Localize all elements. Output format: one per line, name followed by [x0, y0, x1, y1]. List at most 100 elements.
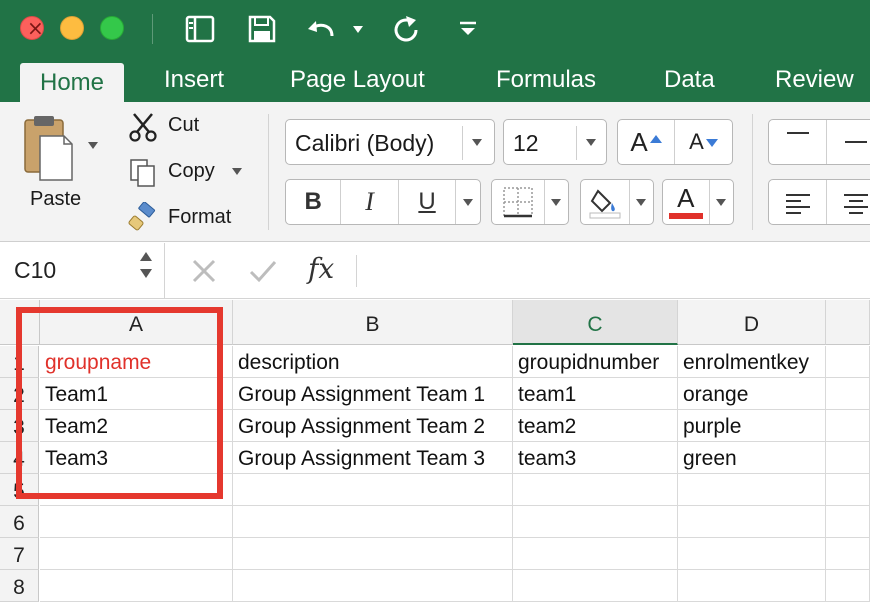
cell-c2[interactable]: team1: [513, 378, 678, 410]
copy-button[interactable]: Copy: [168, 160, 215, 183]
cell-c8[interactable]: [513, 570, 678, 602]
font-size-value: 12: [513, 130, 539, 156]
insert-function-button[interactable]: fx: [308, 252, 334, 285]
column-header-b[interactable]: B: [233, 300, 513, 345]
cell-d6[interactable]: [678, 506, 826, 538]
borders-icon[interactable]: [492, 180, 545, 224]
save-icon[interactable]: [244, 14, 280, 44]
tab-insert[interactable]: Insert: [164, 58, 224, 102]
enter-check-icon[interactable]: [248, 257, 278, 290]
format-painter-button[interactable]: Format: [168, 206, 231, 229]
cell-overflow[interactable]: [826, 538, 870, 570]
cell-b7[interactable]: [233, 538, 513, 570]
ribbon-home: Paste Cut Copy Format Calibri (Body) 12 …: [0, 102, 870, 242]
tab-review[interactable]: Review: [775, 58, 854, 102]
align-left-button[interactable]: [769, 180, 827, 224]
formula-input[interactable]: [365, 247, 865, 295]
name-box[interactable]: C10: [0, 243, 165, 299]
decrease-font-size-button[interactable]: A: [675, 120, 732, 164]
name-box-stepper[interactable]: [140, 252, 152, 278]
cell-overflow[interactable]: [826, 378, 870, 410]
redo-icon[interactable]: [388, 14, 424, 44]
cell-c1[interactable]: groupidnumber: [513, 346, 678, 378]
cell-overflow[interactable]: [826, 410, 870, 442]
ribbon-divider: [752, 114, 753, 230]
cell-a7[interactable]: [40, 538, 233, 570]
tab-home[interactable]: Home: [20, 63, 125, 102]
row-header[interactable]: 7: [0, 538, 39, 570]
borders-dropdown[interactable]: [545, 180, 568, 224]
align-top-button[interactable]: [769, 120, 827, 164]
bold-button[interactable]: B: [286, 180, 342, 224]
minimize-window-button[interactable]: [60, 16, 84, 40]
paste-icon[interactable]: [20, 114, 80, 184]
tab-page-layout[interactable]: Page Layout: [290, 58, 425, 102]
column-a-highlight: [16, 307, 223, 499]
paste-button[interactable]: Paste: [30, 188, 81, 211]
borders-group: [491, 179, 569, 225]
font-name-value: Calibri (Body): [295, 130, 435, 156]
font-name-select[interactable]: Calibri (Body): [285, 119, 495, 165]
font-color-group: A: [662, 179, 734, 225]
title-bar: [0, 0, 870, 58]
cell-b8[interactable]: [233, 570, 513, 602]
cell-overflow[interactable]: [826, 346, 870, 378]
copy-dropdown[interactable]: [232, 168, 242, 175]
cut-button[interactable]: Cut: [168, 114, 199, 137]
font-color-dropdown[interactable]: [710, 180, 733, 224]
cell-b3[interactable]: Group Assignment Team 2: [233, 410, 513, 442]
tab-formulas[interactable]: Formulas: [496, 58, 596, 102]
underline-button[interactable]: U: [399, 180, 457, 224]
align-center-button[interactable]: [827, 180, 870, 224]
name-box-value: C10: [14, 257, 57, 283]
cell-overflow[interactable]: [826, 442, 870, 474]
customize-icon[interactable]: [455, 14, 481, 44]
cell-d1[interactable]: enrolmentkey: [678, 346, 826, 378]
underline-dropdown[interactable]: [456, 180, 480, 224]
cell-d4[interactable]: green: [678, 442, 826, 474]
tab-data[interactable]: Data: [664, 58, 715, 102]
fill-color-icon[interactable]: [581, 180, 630, 224]
paste-dropdown[interactable]: [88, 142, 98, 149]
cell-overflow[interactable]: [826, 474, 870, 506]
cell-c4[interactable]: team3: [513, 442, 678, 474]
cell-c3[interactable]: team2: [513, 410, 678, 442]
cell-d2[interactable]: orange: [678, 378, 826, 410]
sidebar-icon[interactable]: [182, 14, 218, 44]
cell-b4[interactable]: Group Assignment Team 3: [233, 442, 513, 474]
font-size-select[interactable]: 12: [503, 119, 607, 165]
cell-c5[interactable]: [513, 474, 678, 506]
chevron-down-icon: [472, 139, 482, 146]
cell-c7[interactable]: [513, 538, 678, 570]
close-window-button[interactable]: [20, 16, 44, 40]
cell-b6[interactable]: [233, 506, 513, 538]
cell-a8[interactable]: [40, 570, 233, 602]
undo-dropdown-icon[interactable]: [350, 14, 366, 44]
scissors-icon: [128, 112, 158, 142]
maximize-window-button[interactable]: [100, 16, 124, 40]
italic-button[interactable]: I: [341, 180, 399, 224]
cell-b2[interactable]: Group Assignment Team 1: [233, 378, 513, 410]
cell-b5[interactable]: [233, 474, 513, 506]
cell-c6[interactable]: [513, 506, 678, 538]
cell-a6[interactable]: [40, 506, 233, 538]
increase-font-size-button[interactable]: A: [618, 120, 676, 164]
cell-d7[interactable]: [678, 538, 826, 570]
cell-overflow[interactable]: [826, 570, 870, 602]
row-header[interactable]: 8: [0, 570, 39, 602]
cancel-icon[interactable]: [190, 257, 218, 290]
column-header-c[interactable]: C: [513, 300, 678, 345]
cell-b1[interactable]: description: [233, 346, 513, 378]
cell-d3[interactable]: purple: [678, 410, 826, 442]
row-header[interactable]: 6: [0, 506, 39, 538]
cell-d5[interactable]: [678, 474, 826, 506]
undo-icon[interactable]: [302, 14, 342, 44]
column-header-d[interactable]: D: [678, 300, 826, 345]
column-header-filler: [826, 300, 870, 345]
fill-color-dropdown[interactable]: [630, 180, 653, 224]
align-middle-button[interactable]: [827, 120, 870, 164]
cell-d8[interactable]: [678, 570, 826, 602]
font-color-button[interactable]: A: [663, 180, 710, 224]
formula-divider: [356, 255, 357, 287]
cell-overflow[interactable]: [826, 506, 870, 538]
